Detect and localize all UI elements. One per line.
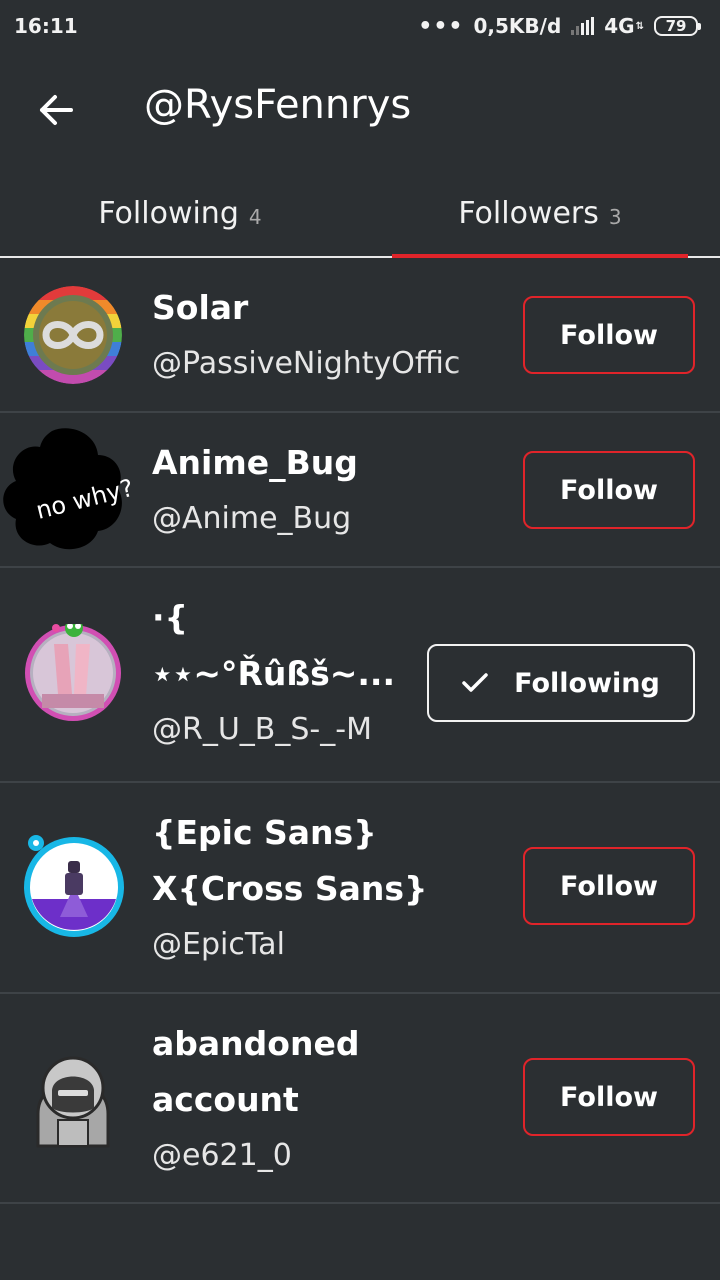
tab-count: 4 xyxy=(248,205,262,229)
follower-name: Solar xyxy=(152,288,249,327)
check-icon xyxy=(462,673,488,692)
following-button[interactable]: Following xyxy=(427,644,695,722)
follow-button-label: Follow xyxy=(560,319,658,351)
follower-name: abandoned xyxy=(152,1024,360,1063)
status-bar: 16:11 ••• 0,5KB/d 4G ⇅ 79 xyxy=(0,0,720,52)
follow-button[interactable]: Follow xyxy=(523,847,695,925)
tab-following[interactable]: Following 4 xyxy=(0,170,360,256)
screen: 16:11 ••• 0,5KB/d 4G ⇅ 79 @RysFennrys Fo… xyxy=(0,0,720,1280)
avatar[interactable] xyxy=(24,1050,122,1148)
follower-info: Solar @PassiveNightyOffic xyxy=(152,280,492,392)
ballet-avatar-icon xyxy=(25,619,121,721)
follower-name: {Epic Sans} xyxy=(152,813,377,852)
follower-info: abandoned account @e621_0 xyxy=(152,1016,492,1184)
battery-icon: 79 xyxy=(654,16,701,36)
data-speed: 0,5KB/d xyxy=(473,14,562,38)
follower-name-line2: X{Cross Sans} xyxy=(152,869,428,908)
back-button[interactable] xyxy=(30,84,82,136)
avatar[interactable]: no why? xyxy=(0,425,146,557)
page-title: @RysFennrys xyxy=(144,82,412,128)
follow-button[interactable]: Follow xyxy=(523,296,695,374)
hooded-figure-icon xyxy=(36,1056,110,1148)
status-indicators: ••• 0,5KB/d 4G ⇅ 79 xyxy=(418,13,701,39)
follow-button-label: Follow xyxy=(560,1081,658,1113)
list-item[interactable]: abandoned account @e621_0 Follow xyxy=(0,994,720,1204)
avatar[interactable] xyxy=(24,835,124,937)
following-button-label: Following xyxy=(514,667,660,699)
follower-info: {Epic Sans} X{Cross Sans} @EpicTal xyxy=(152,805,492,973)
network-type: 4G ⇅ xyxy=(604,14,644,38)
tab-label: Followers xyxy=(458,195,599,231)
follower-name: ·{ xyxy=(152,598,189,637)
follower-handle: @EpicTal xyxy=(152,927,285,962)
tab-count: 3 xyxy=(608,205,622,229)
follower-name: Anime_Bug xyxy=(152,443,358,482)
arrow-left-icon xyxy=(40,95,73,125)
tab-followers[interactable]: Followers 3 xyxy=(360,170,720,256)
list-item[interactable]: Solar @PassiveNightyOffic Follow xyxy=(0,258,720,413)
tab-label: Following xyxy=(98,195,239,231)
more-dots-icon: ••• xyxy=(418,13,464,39)
list-item[interactable]: ·{ ⋆⋆~°Řûßš~... @R_U_B_S-_-M Following xyxy=(0,568,720,783)
follower-handle: @PassiveNightyOffic xyxy=(152,346,461,381)
follower-handle: @R_U_B_S-_-M xyxy=(152,712,372,747)
status-time: 16:11 xyxy=(14,14,78,38)
follower-info: Anime_Bug @Anime_Bug xyxy=(152,435,492,547)
avatar[interactable] xyxy=(24,619,122,722)
tab-bar: Following 4 Followers 3 xyxy=(0,170,720,258)
avatar[interactable] xyxy=(24,286,122,384)
follower-name-line2: account xyxy=(152,1080,299,1119)
list-item[interactable]: {Epic Sans} X{Cross Sans} @EpicTal Follo… xyxy=(0,783,720,994)
follower-handle: @e621_0 xyxy=(152,1138,292,1173)
follow-button[interactable]: Follow xyxy=(523,1058,695,1136)
blob-avatar-icon: no why? xyxy=(3,428,136,550)
header: @RysFennrys xyxy=(0,60,720,160)
follower-handle: @Anime_Bug xyxy=(152,501,352,536)
data-arrows-icon: ⇅ xyxy=(635,20,644,32)
follow-button-label: Follow xyxy=(560,474,658,506)
infinity-avatar-icon xyxy=(24,286,122,384)
list-item[interactable]: no why? Anime_Bug @Anime_Bug Follow xyxy=(0,413,720,568)
follow-button-label: Follow xyxy=(560,870,658,902)
followers-list: Solar @PassiveNightyOffic Follow no why?… xyxy=(0,258,720,1204)
follow-button[interactable]: Follow xyxy=(523,451,695,529)
signal-icon xyxy=(571,17,595,35)
character-avatar-icon xyxy=(24,835,124,937)
